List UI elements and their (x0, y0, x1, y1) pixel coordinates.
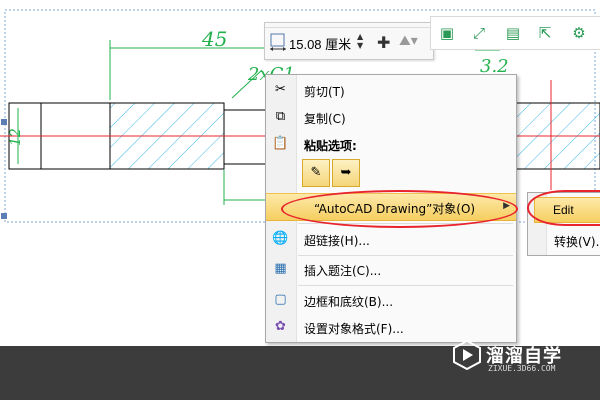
settings-icon[interactable]: ⚙ (569, 23, 589, 43)
scissors-icon: ✂ (275, 82, 286, 97)
watermark-url: ZIXUE.3D66.COM (488, 364, 556, 373)
text-wrap-icon[interactable]: ⛰▾ (399, 33, 418, 49)
copy-icon: ⧉ (275, 109, 286, 124)
paste-icon: 📋 (272, 136, 289, 151)
format-object-icon: ✿ (275, 319, 286, 334)
crop-icon[interactable]: ✚ (377, 33, 390, 52)
menu-item-hyperlink[interactable]: 🌐 超链接(H)... (266, 226, 516, 252)
menu-item-insert-caption[interactable]: ▦ 插入题注(C)... (266, 256, 516, 282)
menu-item-label: 边框和底纹(B)... (304, 295, 394, 309)
menu-item-borders-shading[interactable]: ▢ 边框和底纹(B)... (266, 287, 516, 313)
menu-item-copy[interactable]: ⧉ 复制(C) (266, 104, 516, 130)
menu-item-label: 粘贴选项: (304, 139, 357, 153)
paste-as-picture-button[interactable]: ➥ (332, 159, 360, 187)
paste-keep-source-button[interactable]: ✎ (302, 159, 330, 187)
hyperlink-icon: 🌐 (272, 231, 289, 246)
share-icon[interactable]: ⇱ (535, 23, 555, 43)
dim-45-label: 45 (201, 27, 227, 51)
layout-icon[interactable]: ▣ (437, 23, 457, 43)
fullscreen-icon[interactable]: ⤢ (469, 23, 489, 43)
selection-handles[interactable] (1, 119, 7, 219)
menu-item-cut[interactable]: ✂ 剪切(T) (266, 77, 516, 103)
menu-item-label: 剪切(T) (304, 85, 345, 99)
caption-icon: ▦ (274, 261, 287, 276)
annotation-ellipse-edit (527, 190, 600, 226)
floating-toolbar: ▣ ⤢ ▤ ⇱ ⚙ (430, 16, 600, 50)
submenu-item-convert[interactable]: 转换(V)... (554, 233, 600, 250)
dim-diameter-label: 12 (8, 128, 24, 146)
play-logo-icon (453, 340, 481, 370)
menu-item-label: 超链接(H)... (304, 234, 370, 248)
spin-arrows-icon[interactable]: ▲ ▼ (357, 32, 363, 50)
width-value-input[interactable]: 15.08 厘米 (289, 34, 351, 53)
border-icon: ▢ (274, 292, 287, 307)
shape-width-icon (270, 33, 286, 51)
toolbar-top-strip (265, 23, 433, 28)
menu-item-label: 设置对象格式(F)... (304, 322, 404, 336)
picture-size-toolbar: 15.08 厘米 ▲ ▼ ✚ ⛰▾ (264, 22, 434, 60)
watermark: 溜溜自学 ZIXUE.3D66.COM (446, 336, 592, 376)
menu-item-paste-options: 📋 粘贴选项: (266, 131, 516, 157)
menu-item-label: 复制(C) (304, 112, 346, 126)
menu-separator (298, 285, 513, 286)
menu-item-label: 插入题注(C)... (304, 264, 382, 278)
annotation-ellipse-autocad (281, 190, 518, 228)
save-icon[interactable]: ▤ (503, 23, 523, 43)
